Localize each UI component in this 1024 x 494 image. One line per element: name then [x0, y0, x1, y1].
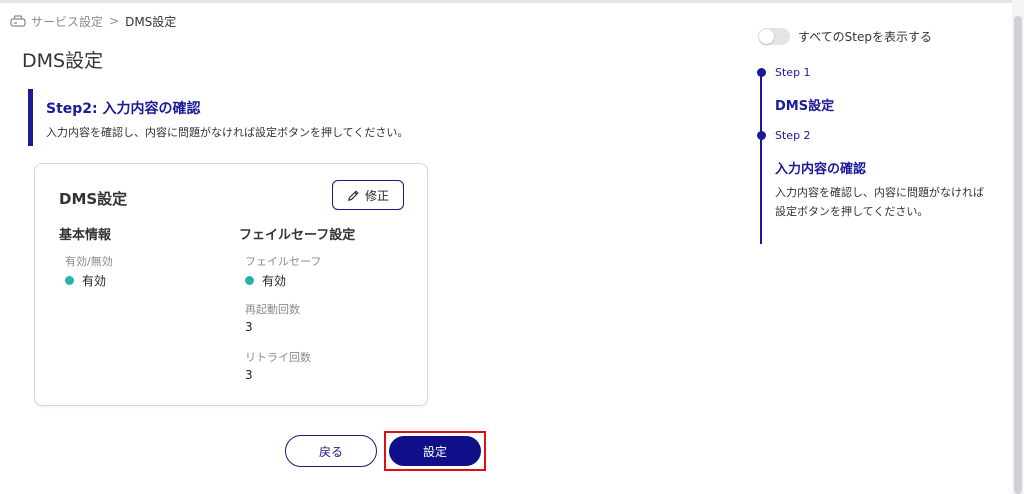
enabled-value-text: 有効: [82, 274, 107, 288]
step-2-dot: [757, 131, 766, 140]
back-button[interactable]: 戻る: [285, 435, 377, 467]
status-dot: [245, 276, 254, 285]
basic-info-heading: 基本情報: [59, 228, 112, 243]
step-1-label: Step 1: [775, 66, 811, 79]
top-divider: [0, 0, 1024, 3]
page-title: DMS設定: [22, 50, 104, 72]
show-all-steps-toggle-row: すべてのStepを表示する: [758, 28, 932, 45]
retry-count-label: リトライ回数: [245, 351, 311, 364]
card-title: DMS設定: [59, 190, 128, 208]
failsafe-heading: フェイルセーフ設定: [239, 228, 356, 243]
submit-button[interactable]: 設定: [389, 436, 481, 466]
reboot-count-value: 3: [245, 320, 253, 334]
step-heading: Step2: 入力内容の確認: [46, 101, 201, 117]
step-2-label: Step 2: [775, 129, 811, 142]
failsafe-value: 有効: [245, 272, 286, 289]
router-icon: [10, 15, 26, 27]
summary-card: DMS設定 修正 基本情報 有効/無効 有効 フェイルセーフ設定 フェイルセーフ…: [34, 163, 428, 406]
show-all-steps-label: すべてのStepを表示する: [798, 30, 933, 44]
pencil-icon: [348, 189, 359, 201]
breadcrumb: サービス設定 > DMS設定: [10, 12, 176, 30]
breadcrumb-current: DMS設定: [125, 14, 177, 29]
scrollbar-thumb[interactable]: [1014, 16, 1022, 494]
step-2-title: 入力内容の確認: [775, 162, 867, 177]
reboot-count-label: 再起動回数: [245, 303, 300, 316]
step-header: Step2: 入力内容の確認 入力内容を確認し、内容に問題がなければ設定ボタンを…: [28, 89, 408, 146]
status-dot: [65, 276, 74, 285]
show-all-steps-toggle[interactable]: [758, 28, 790, 45]
breadcrumb-parent-link[interactable]: サービス設定: [31, 13, 103, 30]
failsafe-label: フェイルセーフ: [245, 255, 322, 268]
toggle-knob: [759, 29, 774, 44]
failsafe-value-text: 有効: [262, 274, 287, 288]
edit-button[interactable]: 修正: [332, 180, 404, 210]
step-description: 入力内容を確認し、内容に問題がなければ設定ボタンを押してください。: [46, 126, 409, 139]
enabled-label: 有効/無効: [65, 255, 113, 268]
breadcrumb-separator: >: [109, 14, 120, 28]
step-2-description: 入力内容を確認し、内容に問題がなければ設定ボタンを押してください。: [775, 186, 984, 218]
retry-count-value: 3: [245, 368, 253, 382]
step-1-dot: [757, 68, 766, 77]
step-1-title: DMS設定: [775, 99, 835, 114]
stepper-line: [760, 72, 762, 244]
edit-button-label: 修正: [364, 188, 389, 203]
enabled-value: 有効: [65, 272, 106, 289]
